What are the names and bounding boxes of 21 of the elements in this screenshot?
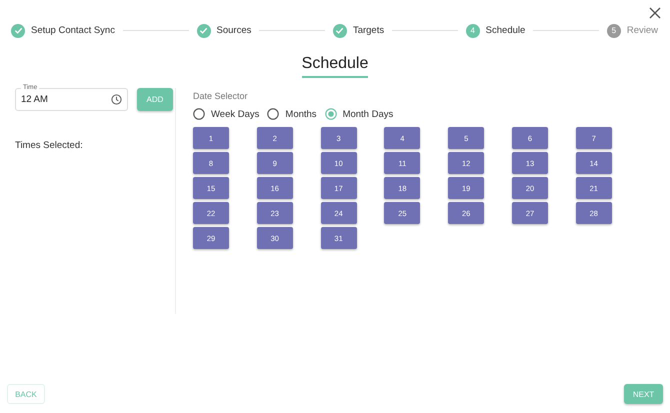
- times-selected-label: Times Selected:: [15, 140, 84, 151]
- step-label: Schedule: [486, 25, 526, 36]
- close-icon[interactable]: [649, 7, 661, 19]
- check-icon: [332, 24, 347, 38]
- radio-button[interactable]: [267, 108, 280, 120]
- radio-label: Week Days: [211, 108, 260, 120]
- page-title: Schedule: [302, 55, 368, 78]
- date-selector-label: Date Selector: [193, 91, 249, 101]
- step-label: Targets: [352, 25, 384, 36]
- step-number: 4: [466, 24, 480, 38]
- radio-label: Month Days: [342, 108, 394, 120]
- radio-label: Months: [285, 108, 317, 120]
- check-icon: [11, 24, 25, 38]
- check-icon: [196, 24, 211, 38]
- clock-icon[interactable]: [111, 94, 122, 105]
- step-label: Sources: [216, 25, 252, 36]
- step-label: Review: [626, 25, 658, 36]
- radio-button[interactable]: [324, 108, 337, 120]
- radio-button[interactable]: [193, 108, 205, 120]
- step-label: Setup Contact Sync: [31, 25, 115, 36]
- step-number: 5: [606, 24, 621, 38]
